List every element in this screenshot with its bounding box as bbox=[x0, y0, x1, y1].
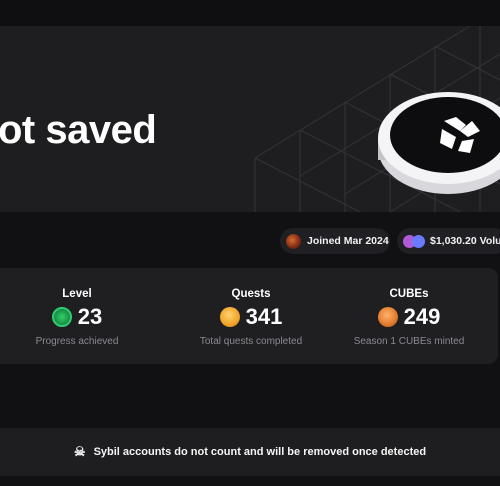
stat-label: Level bbox=[62, 288, 92, 300]
stat-label: CUBEs bbox=[389, 288, 429, 300]
cube-coin-icon bbox=[377, 307, 398, 327]
hero-banner: ot saved bbox=[0, 26, 500, 212]
stat-caption: Total quests completed bbox=[199, 336, 303, 347]
joined-pill: Joined Mar 2024 bbox=[280, 228, 390, 254]
quest-coin-icon bbox=[219, 307, 240, 327]
avatar-icon bbox=[286, 233, 301, 249]
hero-title: ot saved bbox=[0, 108, 157, 152]
stat-caption: Progress achieved bbox=[35, 336, 119, 347]
stat-value: 249 bbox=[403, 304, 441, 329]
stat-cubes: CUBEs 249 Season 1 CUBEs minted bbox=[324, 268, 494, 364]
level-badge-icon bbox=[51, 307, 72, 327]
sybil-notice-text: Sybil accounts do not count and will be … bbox=[93, 446, 427, 458]
top-bar bbox=[0, 0, 500, 26]
stat-quests: Quests 341 Total quests completed bbox=[166, 268, 336, 364]
skull-icon: ☠ bbox=[73, 444, 86, 459]
stat-level: Level 23 Progress achieved bbox=[0, 268, 162, 364]
volume-text: $1,030.20 Volu bbox=[430, 235, 500, 247]
profile-pills: Joined Mar 2024 $1,030.20 Volu bbox=[0, 212, 500, 268]
stats-panel: Level 23 Progress achieved Quests 341 To… bbox=[0, 268, 498, 364]
stat-caption: Season 1 CUBEs minted bbox=[353, 336, 465, 347]
joined-text: Joined Mar 2024 bbox=[307, 235, 389, 247]
stat-value: 23 bbox=[77, 304, 103, 329]
sybil-notice: ☠ Sybil accounts do not count and will b… bbox=[0, 428, 500, 476]
stat-value: 341 bbox=[245, 304, 283, 329]
volume-chain-icon bbox=[403, 234, 425, 248]
stat-label: Quests bbox=[231, 288, 271, 300]
cube-logo-coin-icon bbox=[378, 92, 500, 194]
volume-pill: $1,030.20 Volu bbox=[397, 228, 500, 254]
